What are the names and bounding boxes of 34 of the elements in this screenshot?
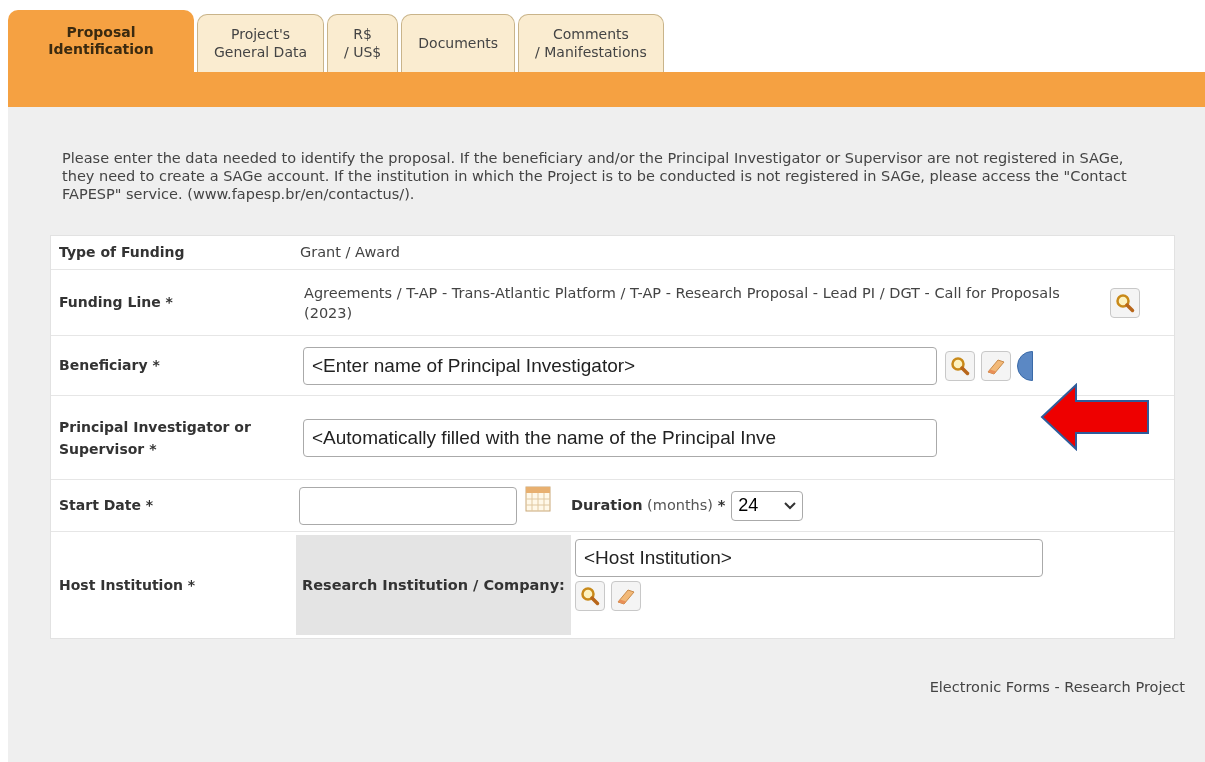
search-icon xyxy=(580,586,600,606)
chevron-down-icon xyxy=(784,501,797,510)
search-icon xyxy=(950,355,970,376)
field-label: Research Institution / Company: xyxy=(302,576,565,595)
beneficiary-field[interactable]: <Enter name of Principal Investigator> xyxy=(303,346,937,385)
principal-investigator-field[interactable]: <Automatically filled with the name of the Principal Inve xyxy=(303,418,937,457)
search-button[interactable] xyxy=(575,581,605,611)
footer-text: Electronic Forms - Research Project xyxy=(929,678,1185,697)
host-institution-field[interactable]: <Host Institution> xyxy=(575,539,1043,577)
tab[interactable]: Comments / Manifestations xyxy=(518,14,664,72)
field-label: Start Date * xyxy=(58,496,155,515)
field-label: Funding Line * xyxy=(58,293,174,312)
field-label: Duration (months) * xyxy=(571,495,726,515)
search-icon xyxy=(1115,292,1135,313)
clear-button[interactable] xyxy=(981,350,1011,381)
field-label: Principal Investigator or Supervisor * xyxy=(58,417,252,459)
field-label: Type of Funding xyxy=(58,243,186,262)
search-button[interactable] xyxy=(1110,287,1140,318)
clear-button[interactable] xyxy=(611,581,641,611)
eraser-icon xyxy=(616,587,636,605)
tab[interactable]: Proposal Identification xyxy=(8,10,194,72)
field-label: Host Institution * xyxy=(58,575,197,595)
tab[interactable]: Documents xyxy=(401,14,516,72)
field-value: Agreements / T-AP - Trans-Atlantic Platform / T-AP - Research Proposal - Lead PI / DGT - Call for Proposals (2023) xyxy=(303,283,1061,323)
tab[interactable]: R$ / US$ xyxy=(327,14,399,72)
search-button[interactable] xyxy=(945,350,975,381)
field-value: Grant / Award xyxy=(299,242,401,262)
field-label: Beneficiary * xyxy=(58,356,161,375)
tab[interactable]: Project's General Data xyxy=(197,14,325,72)
intro-text: Please enter the data needed to identify the proposal. If the beneficiary and/or the Principal Investigator or Supervisor are not registered in SAGe, they need to create a SAGe account. If the institution in which the Project is to be conducted is not registered in SAGe, please access the "Contact FAPESP" service. (www.fapesp.br/en/contactus/). xyxy=(61,149,1128,203)
info-button[interactable] xyxy=(1017,350,1033,381)
start-date-field[interactable] xyxy=(299,486,517,525)
eraser-icon xyxy=(986,356,1006,375)
duration-select[interactable]: 24 xyxy=(731,490,804,521)
